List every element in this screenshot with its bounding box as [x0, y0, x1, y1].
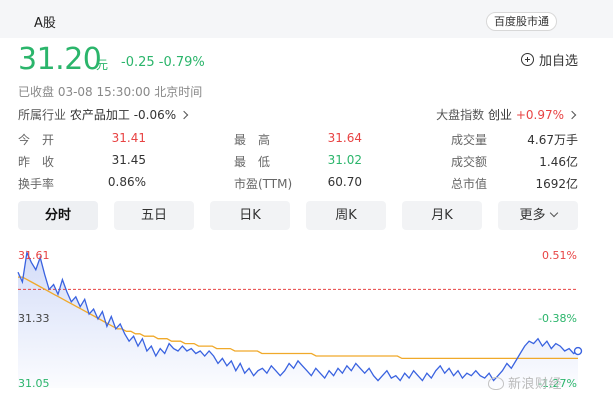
index-label: 大盘指数 [436, 108, 485, 122]
index-name: 创业 [487, 108, 512, 122]
stat-label-open: 今 开 [18, 133, 55, 147]
tab-more[interactable]: 更多 [498, 201, 578, 230]
industry-name: 农产品加工 [69, 108, 130, 122]
current-price: 31.20 [18, 42, 102, 77]
last-price-point [573, 346, 583, 356]
y-tick-right-mid: -0.38% [538, 312, 577, 325]
industry-label: 所属行业 [18, 108, 67, 122]
price-unit: 元 [96, 58, 109, 72]
stat-label-turnover-rate: 换手率 [18, 177, 55, 191]
watch-label: 加自选 [539, 54, 579, 69]
y-tick-left-mid: 31.33 [18, 312, 50, 325]
period-tabs: 分时 五日 日K 周K 月K 更多 [18, 201, 578, 231]
plus-circle-icon [521, 53, 534, 66]
stat-value-high: 31.64 [327, 131, 362, 145]
chevron-right-icon [179, 110, 189, 120]
tab-monthly-k[interactable]: 月K [402, 201, 482, 230]
stat-value-market-cap: 1692亿 [535, 177, 578, 191]
market-tab-a-share[interactable]: A股 [34, 12, 56, 31]
stat-label-low: 最 低 [234, 155, 271, 169]
market-index-link[interactable]: 大盘指数 创业 +0.97% [436, 106, 577, 123]
stat-value-open: 31.41 [111, 131, 146, 145]
chevron-right-icon [567, 110, 577, 120]
price-change: -0.25 -0.79% [121, 55, 205, 70]
industry-link[interactable]: 所属行业 农产品加工 -0.06% [18, 106, 189, 123]
tab-intraday[interactable]: 分时 [18, 201, 98, 230]
stat-label-prev-close: 昨 收 [18, 155, 55, 169]
stat-value-pe-ttm: 60.70 [327, 175, 362, 189]
y-tick-left-low: 31.05 [18, 377, 50, 390]
index-change: +0.97% [515, 108, 564, 122]
top-bar: A股 百度股市通 [0, 0, 613, 38]
industry-change: -0.06% [133, 108, 177, 122]
stat-label-market-cap: 总市值 [451, 177, 488, 191]
watermark: 新浪财经 [488, 373, 562, 392]
stat-label-high: 最 高 [234, 133, 271, 147]
stat-label-turnover: 成交额 [451, 155, 488, 169]
tab-weekly-k[interactable]: 周K [306, 201, 386, 230]
weibo-logo-icon [488, 377, 504, 390]
stat-value-prev-close: 31.45 [111, 153, 146, 167]
add-to-watchlist-button[interactable]: 加自选 [521, 50, 578, 69]
stat-value-turnover-rate: 0.86% [107, 175, 146, 189]
stat-value-turnover: 1.46亿 [539, 155, 578, 169]
market-status: 已收盘 03-08 15:30:00 北京时间 [18, 85, 203, 99]
y-tick-right-high: 0.51% [542, 249, 577, 262]
source-badge[interactable]: 百度股市通 [486, 12, 557, 31]
stat-label-volume: 成交量 [451, 133, 488, 147]
y-tick-left-high: 31.61 [18, 249, 50, 262]
tab-five-day[interactable]: 五日 [114, 201, 194, 230]
stat-value-volume: 4.67万手 [527, 133, 578, 147]
tab-daily-k[interactable]: 日K [210, 201, 290, 230]
chevron-down-icon [549, 208, 558, 218]
stat-value-low: 31.02 [327, 153, 362, 167]
stat-label-pe-ttm: 市盈(TTM) [234, 177, 293, 191]
tab-more-label: 更多 [519, 208, 546, 223]
